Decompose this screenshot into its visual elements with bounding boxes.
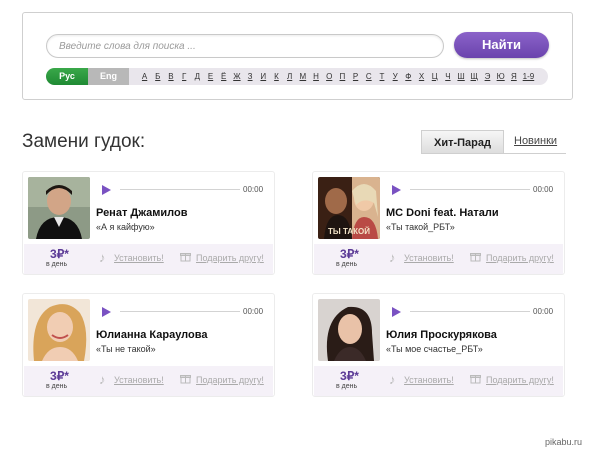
- ringtone-card: 00:00 Юлия Проскурякова «Ты мое счастье_…: [312, 293, 565, 397]
- price: 3₽*: [50, 247, 69, 261]
- price-period: в день: [336, 261, 358, 268]
- alphabet-letter-link[interactable]: К: [270, 72, 283, 81]
- alphabet-letters: А Б В Г Д Е Ё Ж З И К Л М Н О П Р С Т У Ф Х Ц Ч Ш Щ Э Ю Я 1-9: [138, 68, 536, 85]
- play-icon[interactable]: [102, 185, 111, 195]
- ringtone-card: 00:00 Ренат Джамилов «А я кайфую» 3₽* в …: [22, 171, 275, 275]
- progress-track[interactable]: [410, 189, 530, 190]
- install-link[interactable]: Установить!: [404, 375, 454, 385]
- artist-name[interactable]: Юлианна Караулова: [96, 329, 207, 341]
- artist-photo: [28, 177, 90, 239]
- alphabet-letter-link[interactable]: Ж: [230, 72, 243, 81]
- play-icon[interactable]: [102, 307, 111, 317]
- alphabet-letter-link[interactable]: Д: [191, 72, 204, 81]
- artist-photo: [28, 299, 90, 361]
- alphabet-letter-link[interactable]: Я: [507, 72, 520, 81]
- gift-link[interactable]: Подарить другу!: [196, 253, 264, 263]
- lang-eng-button[interactable]: Eng: [88, 68, 129, 85]
- time-label: 00:00: [533, 307, 554, 316]
- section-title: Замени гудок:: [22, 131, 146, 152]
- time-label: 00:00: [243, 307, 264, 316]
- price: 3₽*: [340, 247, 359, 261]
- artist-name[interactable]: Юлия Проскурякова: [386, 329, 497, 341]
- card-footer: 3₽* в день ♪ Установить! Подарить другу!: [314, 244, 563, 274]
- artist-name[interactable]: Ренат Джамилов: [96, 207, 188, 219]
- alphabet-letter-link[interactable]: Ч: [441, 72, 454, 81]
- alphabet-letter-link[interactable]: 1-9: [520, 72, 536, 81]
- alphabet-letter-link[interactable]: Х: [415, 72, 428, 81]
- alphabet-letter-link[interactable]: Ф: [402, 72, 415, 81]
- gift-icon: [180, 253, 191, 262]
- price-period: в день: [46, 383, 68, 390]
- search-panel: Введите слова для поиска ... Найти Рус E…: [22, 12, 573, 100]
- alphabet-letter-link[interactable]: Ш: [455, 72, 468, 81]
- install-link[interactable]: Установить!: [114, 375, 164, 385]
- alphabet-letter-link[interactable]: Г: [178, 72, 191, 81]
- price-period: в день: [336, 383, 358, 390]
- progress-track[interactable]: [410, 311, 530, 312]
- alphabet-bar: Рус Eng А Б В Г Д Е Ё Ж З И К Л М Н О П Р С Т У Ф Х Ц Ч Ш Щ Э Ю Я 1-9: [46, 68, 548, 85]
- play-icon[interactable]: [392, 307, 401, 317]
- alphabet-letter-link[interactable]: У: [389, 72, 402, 81]
- search-input[interactable]: Введите слова для поиска ...: [46, 34, 444, 58]
- card-footer: 3₽* в день ♪ Установить! Подарить другу!: [314, 366, 563, 396]
- alphabet-letter-link[interactable]: Ё: [217, 72, 230, 81]
- ringtone-card: ТЫ ТАКОЙ 00:00 MC Doni feat. Натали «Ты …: [312, 171, 565, 275]
- card-footer: 3₽* в день ♪ Установить! Подарить другу!: [24, 244, 273, 274]
- song-title: «А я кайфую»: [96, 222, 155, 232]
- card-footer: 3₽* в день ♪ Установить! Подарить другу!: [24, 366, 273, 396]
- install-link[interactable]: Установить!: [404, 253, 454, 263]
- alphabet-letter-link[interactable]: И: [257, 72, 270, 81]
- progress-track[interactable]: [120, 311, 240, 312]
- lang-rus-button[interactable]: Рус: [46, 68, 88, 85]
- song-title: «Ты такой_РБТ»: [386, 222, 455, 232]
- alphabet-letter-link[interactable]: Е: [204, 72, 217, 81]
- music-note-icon: ♪: [99, 372, 106, 387]
- cover-text: ТЫ ТАКОЙ: [328, 227, 370, 236]
- alphabet-letter-link[interactable]: Р: [349, 72, 362, 81]
- install-link[interactable]: Установить!: [114, 253, 164, 263]
- alphabet-letter-link[interactable]: Т: [375, 72, 388, 81]
- time-label: 00:00: [243, 185, 264, 194]
- gift-icon: [470, 375, 481, 384]
- price: 3₽*: [340, 369, 359, 383]
- watermark: pikabu.ru: [545, 437, 583, 447]
- play-icon[interactable]: [392, 185, 401, 195]
- song-title: «Ты не такой»: [96, 344, 156, 354]
- alphabet-letter-link[interactable]: Э: [481, 72, 494, 81]
- alphabet-letter-link[interactable]: Ц: [428, 72, 441, 81]
- music-note-icon: ♪: [389, 372, 396, 387]
- gift-link[interactable]: Подарить другу!: [196, 375, 264, 385]
- alphabet-letter-link[interactable]: О: [323, 72, 336, 81]
- price: 3₽*: [50, 369, 69, 383]
- price-period: в день: [46, 261, 68, 268]
- alphabet-letter-link[interactable]: З: [244, 72, 257, 81]
- gift-link[interactable]: Подарить другу!: [486, 253, 554, 263]
- time-label: 00:00: [533, 185, 554, 194]
- alphabet-letter-link[interactable]: А: [138, 72, 151, 81]
- alphabet-letter-link[interactable]: С: [362, 72, 375, 81]
- alphabet-letter-link[interactable]: М: [296, 72, 309, 81]
- gift-link[interactable]: Подарить другу!: [486, 375, 554, 385]
- search-button[interactable]: Найти: [454, 32, 549, 58]
- alphabet-letter-link[interactable]: Л: [283, 72, 296, 81]
- progress-track[interactable]: [120, 189, 240, 190]
- gift-icon: [470, 253, 481, 262]
- gift-icon: [180, 375, 191, 384]
- music-note-icon: ♪: [389, 250, 396, 265]
- artist-photo: [318, 299, 380, 361]
- song-title: «Ты мое счастье_РБТ»: [386, 344, 483, 354]
- alphabet-letter-link[interactable]: Б: [151, 72, 164, 81]
- tab-divider: [421, 153, 566, 154]
- tab-hit-parade[interactable]: Хит-Парад: [421, 130, 504, 154]
- music-note-icon: ♪: [99, 250, 106, 265]
- alphabet-letter-link[interactable]: Н: [309, 72, 322, 81]
- alphabet-letter-link[interactable]: П: [336, 72, 349, 81]
- ringtone-card: 00:00 Юлианна Караулова «Ты не такой» 3₽…: [22, 293, 275, 397]
- album-cover: ТЫ ТАКОЙ: [318, 177, 380, 239]
- tab-new[interactable]: Новинки: [514, 135, 557, 147]
- alphabet-letter-link[interactable]: Ю: [494, 72, 507, 81]
- alphabet-letter-link[interactable]: В: [164, 72, 177, 81]
- artist-name[interactable]: MC Doni feat. Натали: [386, 207, 499, 219]
- alphabet-letter-link[interactable]: Щ: [468, 72, 481, 81]
